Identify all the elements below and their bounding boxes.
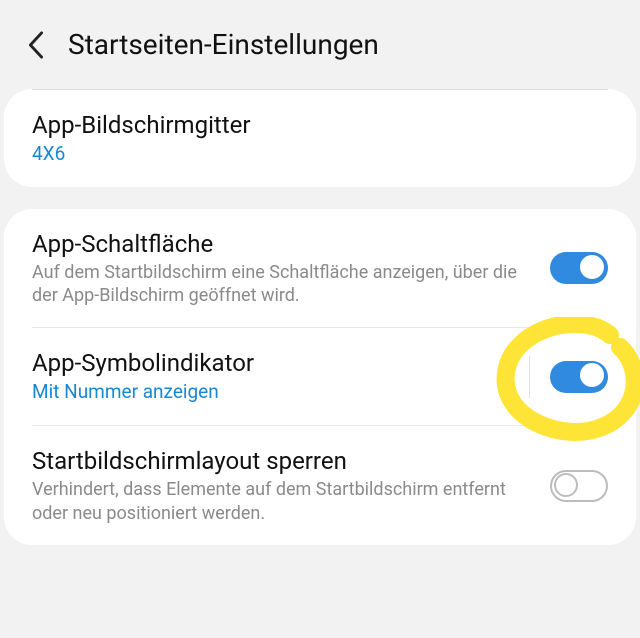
toggle-thumb bbox=[579, 254, 605, 280]
toggle-app-indicator[interactable] bbox=[550, 361, 608, 393]
row-desc: Mit Nummer anzeigen bbox=[32, 380, 513, 405]
card-grid: App-Bildschirmgitter 4X6 bbox=[4, 89, 636, 187]
vertical-divider bbox=[529, 356, 530, 398]
row-title: App-Symbolindikator bbox=[32, 348, 513, 378]
row-app-button[interactable]: App-Schaltfläche Auf dem Startbildschirm… bbox=[4, 209, 636, 328]
header-bar: Startseiten-Einstellungen bbox=[0, 0, 640, 89]
row-app-grid[interactable]: App-Bildschirmgitter 4X6 bbox=[4, 90, 636, 187]
row-lock-layout[interactable]: Startbildschirmlayout sperren Verhindert… bbox=[4, 426, 636, 545]
row-value: 4X6 bbox=[32, 142, 608, 167]
back-button[interactable] bbox=[22, 31, 50, 59]
row-title: App-Schaltfläche bbox=[32, 229, 534, 259]
row-app-indicator[interactable]: App-Symbolindikator Mit Nummer anzeigen bbox=[4, 328, 636, 425]
toggle-thumb bbox=[554, 473, 578, 497]
card-options: App-Schaltfläche Auf dem Startbildschirm… bbox=[4, 209, 636, 545]
page-title: Startseiten-Einstellungen bbox=[68, 28, 379, 61]
row-desc: Auf dem Startbildschirm eine Schaltfläch… bbox=[32, 261, 534, 308]
row-title: App-Bildschirmgitter bbox=[32, 110, 608, 140]
row-desc: Verhindert, dass Elemente auf dem Startb… bbox=[32, 478, 534, 525]
row-title: Startbildschirmlayout sperren bbox=[32, 446, 534, 476]
toggle-app-button[interactable] bbox=[550, 252, 608, 284]
chevron-left-icon bbox=[27, 31, 45, 59]
toggle-thumb bbox=[579, 362, 605, 388]
toggle-lock-layout[interactable] bbox=[550, 470, 608, 502]
